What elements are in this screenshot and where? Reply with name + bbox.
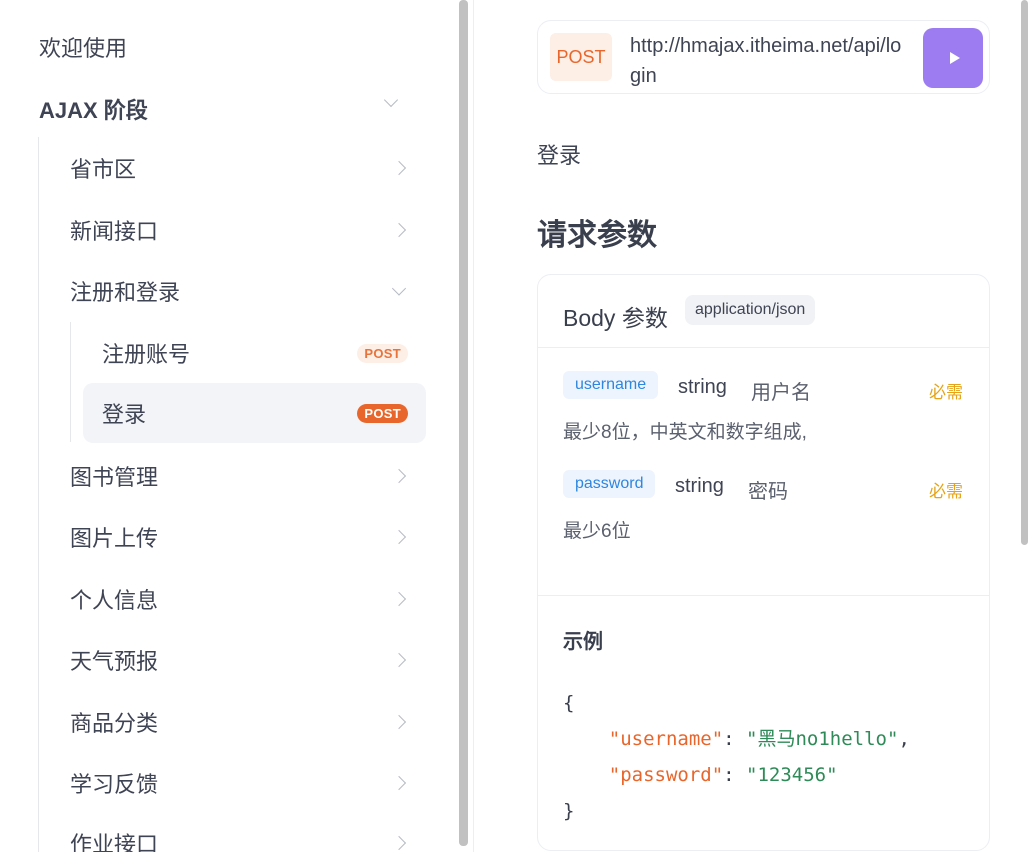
sidebar-item-homework[interactable]: 作业接口: [70, 823, 426, 852]
sidebar-item-label: 图书管理: [70, 465, 159, 490]
param-type: string: [678, 376, 727, 398]
param-label: 用户名: [751, 382, 811, 404]
tree-line: [38, 137, 39, 852]
sidebar-item-province[interactable]: 省市区: [70, 148, 426, 188]
sidebar-item-label: 图片上传: [70, 526, 159, 551]
sidebar-item-label: 学习反馈: [70, 772, 159, 797]
method-badge: POST: [357, 343, 408, 363]
sidebar-item-categories[interactable]: 商品分类: [70, 702, 426, 742]
play-icon: [949, 52, 960, 64]
content-type-badge: application/json: [685, 295, 816, 325]
chevron-right-icon: [391, 591, 407, 607]
sidebar-item-register-login[interactable]: 注册和登录: [70, 271, 426, 311]
sidebar-item-label: 注册账号: [102, 342, 191, 367]
sidebar-item-weather[interactable]: 天气预报: [70, 640, 426, 680]
chevron-right-icon: [391, 652, 407, 668]
sidebar-item-label: 注册和登录: [70, 280, 181, 305]
chevron-right-icon: [391, 160, 407, 176]
sidebar-item-books[interactable]: 图书管理: [70, 456, 426, 496]
chevron-right-icon: [391, 775, 407, 791]
method-badge: POST: [550, 33, 612, 81]
sidebar-item-news[interactable]: 新闻接口: [70, 210, 426, 250]
chevron-right-icon: [391, 835, 407, 851]
chevron-down-icon[interactable]: [383, 92, 399, 108]
sidebar-item-label: 省市区: [70, 157, 137, 182]
sidebar-scrollbar[interactable]: [459, 0, 468, 846]
sidebar-item-label: 天气预报: [70, 649, 159, 674]
example-title: 示例: [563, 631, 603, 653]
param-type: string: [675, 475, 724, 497]
sidebar: 欢迎使用 AJAX 阶段 省市区 新闻接口 注册和登录 注册账号 POST 登录…: [0, 0, 458, 852]
param-name: username: [563, 371, 659, 399]
sidebar-subitem-login[interactable]: 登录 POST: [83, 383, 426, 443]
sidebar-item-profile[interactable]: 个人信息: [70, 579, 426, 619]
sidebar-item-label: 作业接口: [70, 832, 159, 852]
body-label: Body 参数: [563, 305, 668, 331]
sidebar-item-label: 新闻接口: [70, 219, 159, 244]
param-desc: 最少6位: [563, 521, 631, 542]
required-badge: 必需: [929, 482, 963, 501]
sidebar-item-upload[interactable]: 图片上传: [70, 517, 426, 557]
sidebar-item-feedback[interactable]: 学习反馈: [70, 763, 426, 803]
method-badge: POST: [357, 403, 408, 423]
sidebar-item-label: 商品分类: [70, 711, 159, 736]
chevron-right-icon: [391, 714, 407, 730]
params-card-header: Body 参数 application/json: [538, 275, 989, 348]
param-name: password: [563, 470, 656, 498]
section-title: 请求参数: [537, 219, 657, 252]
required-badge: 必需: [929, 383, 963, 402]
tree-line: [70, 322, 71, 442]
main-content: POST http://hmajax.itheima.net/api/login…: [474, 0, 1021, 852]
request-bar: POST http://hmajax.itheima.net/api/login: [537, 20, 990, 94]
chevron-right-icon: [391, 529, 407, 545]
example-code: { "username": "黑马no1hello", "password": …: [563, 692, 910, 822]
api-description: 登录: [537, 143, 582, 168]
sidebar-item-label: 个人信息: [70, 588, 159, 613]
param-desc: 最少8位，中英文和数字组成,: [563, 422, 807, 443]
sidebar-group-ajax[interactable]: AJAX 阶段: [39, 93, 148, 125]
chevron-right-icon: [391, 468, 407, 484]
chevron-down-icon: [391, 281, 407, 296]
send-button[interactable]: [923, 28, 983, 88]
chevron-right-icon: [391, 222, 407, 238]
divider: [538, 595, 989, 596]
sidebar-title[interactable]: 欢迎使用: [39, 31, 127, 63]
sidebar-item-label: 登录: [102, 402, 147, 427]
sidebar-subitem-register[interactable]: 注册账号 POST: [83, 323, 426, 383]
request-url[interactable]: http://hmajax.itheima.net/api/login: [630, 31, 910, 91]
params-card: Body 参数 application/json username string…: [537, 274, 990, 851]
main-scrollbar[interactable]: [1021, 0, 1028, 545]
param-label: 密码: [748, 481, 788, 503]
